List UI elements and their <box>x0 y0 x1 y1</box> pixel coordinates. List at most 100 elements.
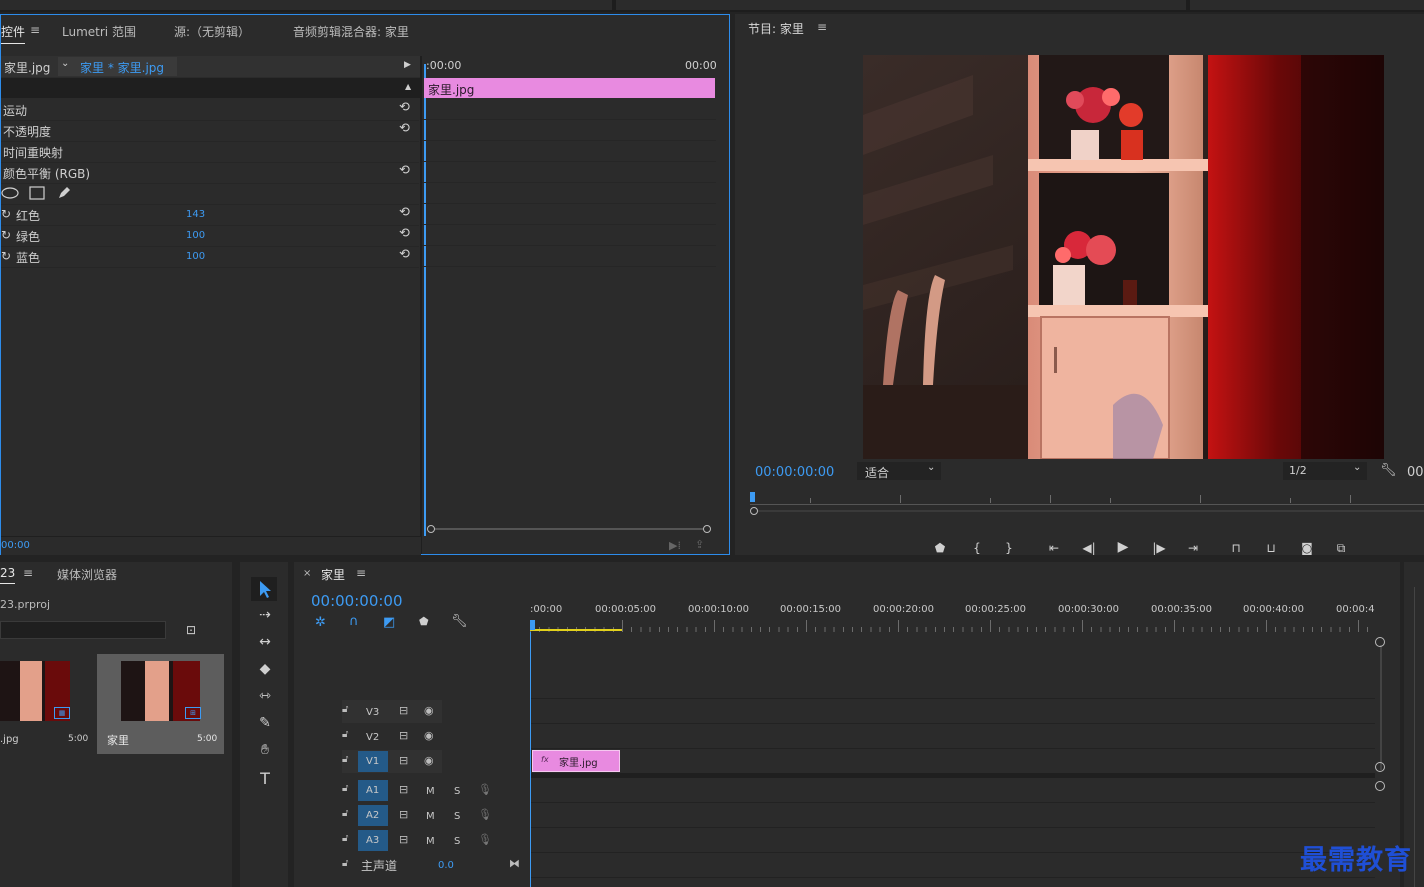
track-label[interactable]: V2 <box>366 732 379 743</box>
param-value[interactable]: 100 <box>186 230 205 241</box>
lock-icon[interactable]: 🔓︎ <box>342 729 348 740</box>
mark-out-icon[interactable]: } <box>999 541 1019 555</box>
mini-timeline-scrollbar[interactable] <box>427 525 711 533</box>
footer-timecode[interactable]: 00:00 <box>1 540 30 551</box>
play-clip-arrow-icon[interactable]: ▶ <box>404 60 411 70</box>
lock-icon[interactable]: 🔓︎ <box>342 704 348 715</box>
track-label[interactable]: V3 <box>366 707 379 718</box>
program-ruler[interactable] <box>750 492 1424 508</box>
effect-row-opacity[interactable]: 不透明度 ⟲ <box>1 120 419 142</box>
track-header-v2[interactable]: 🔓︎ V2 ⊟ ◉ <box>342 725 442 748</box>
solo-button[interactable]: S <box>454 811 460 822</box>
source-patch-a3[interactable]: A3 <box>358 830 388 851</box>
go-to-in-icon[interactable]: ⇤ <box>1044 541 1064 555</box>
mini-timeline[interactable]: :00:00 00:00 家里.jpg <box>422 56 717 536</box>
sync-lock-icon[interactable]: ⊟ <box>399 754 408 767</box>
mini-playhead[interactable] <box>424 64 426 536</box>
export-icon[interactable]: ⇪ <box>695 538 704 551</box>
source-patch-v1[interactable]: V1 <box>358 751 388 772</box>
solo-button[interactable]: S <box>454 836 460 847</box>
lock-icon[interactable]: 🔓︎ <box>342 858 348 869</box>
snap-icon[interactable]: ∩ <box>349 614 359 629</box>
tab-audio-clip-mixer[interactable]: 音频剪辑混合器: 家里 <box>293 23 409 40</box>
linked-selection-icon[interactable]: ◩ <box>383 615 395 630</box>
param-value[interactable]: 143 <box>186 209 205 220</box>
hand-tool-icon[interactable]: ✋︎ <box>255 742 275 762</box>
work-area-bar[interactable] <box>530 629 622 631</box>
eye-icon[interactable]: ◉ <box>424 754 434 767</box>
reset-icon[interactable]: ⟲ <box>399 100 410 115</box>
tab-effect-controls[interactable]: 控件 <box>1 23 26 44</box>
eye-icon[interactable]: ◉ <box>424 729 434 742</box>
track-header-a3[interactable]: 🔓︎ A3 ⊟ M S 🎙︎ <box>342 829 492 852</box>
param-row-red[interactable]: ↻ 红色 143 ⟲ <box>1 204 419 226</box>
collapse-arrow-icon[interactable]: ▲ <box>405 82 411 91</box>
project-search-input[interactable] <box>0 621 166 639</box>
sequence-tab[interactable]: 家里 <box>321 566 345 583</box>
wrench-icon[interactable]: 🔧︎ <box>1380 463 1397 478</box>
step-back-icon[interactable]: ◀| <box>1079 541 1099 555</box>
param-row-green[interactable]: ↻ 绿色 100 ⟲ <box>1 225 419 247</box>
stopwatch-icon[interactable]: ↻ <box>1 228 11 242</box>
master-clip-label[interactable]: 家里.jpg <box>4 59 50 76</box>
button-editor-icon[interactable]: ⧉ <box>1331 541 1351 556</box>
program-zoom-bar[interactable] <box>750 507 1424 515</box>
resolution-dropdown[interactable]: 1/2 ⌄ <box>1283 462 1367 480</box>
mark-in-icon[interactable]: { <box>967 541 987 555</box>
param-row-blue[interactable]: ↻ 蓝色 100 ⟲ <box>1 246 419 268</box>
tab-project[interactable]: 23 <box>0 566 16 584</box>
reset-icon[interactable]: ⟲ <box>399 163 410 178</box>
effect-row-motion[interactable]: 运动 ⟲ <box>1 99 419 121</box>
sync-lock-icon[interactable]: ⊟ <box>399 783 408 796</box>
pen-tool-icon[interactable]: ✎ <box>255 715 275 735</box>
play-icon[interactable]: ▶ <box>1113 539 1133 555</box>
microphone-icon[interactable]: 🎙︎ <box>478 833 492 846</box>
filter-icon[interactable]: ▶⁞ <box>669 539 681 552</box>
microphone-icon[interactable]: 🎙︎ <box>478 808 492 821</box>
mute-button[interactable]: M <box>426 786 435 797</box>
fit-dropdown[interactable]: 适合 ⌄ <box>857 462 941 480</box>
timeline-settings-wrench-icon[interactable]: 🔧︎ <box>451 614 468 629</box>
program-menu-icon[interactable]: ≡ <box>817 20 827 34</box>
timeline-clip[interactable]: fx 家里.jpg <box>532 750 620 772</box>
ellipse-mask-icon[interactable] <box>1 187 19 199</box>
track-header-v1[interactable]: 🔓︎ V1 ⊟ ◉ <box>342 750 442 773</box>
reset-icon[interactable]: ⟲ <box>399 121 410 136</box>
go-to-end-icon[interactable]: ⧓ <box>509 857 520 870</box>
project-menu-icon[interactable]: ≡ <box>23 566 33 580</box>
tab-menu-icon[interactable]: ≡ <box>30 23 40 37</box>
program-timecode[interactable]: 00:00:00:00 <box>755 465 834 480</box>
mini-clip-bar[interactable]: 家里.jpg <box>424 78 715 98</box>
go-to-out-icon[interactable]: ⇥ <box>1183 541 1203 555</box>
solo-button[interactable]: S <box>454 786 460 797</box>
lock-icon[interactable]: 🔓︎ <box>342 754 348 765</box>
selection-tool-icon[interactable] <box>251 577 277 601</box>
track-header-a1[interactable]: 🔓︎ A1 ⊟ M S 🎙︎ <box>342 779 492 802</box>
sync-lock-icon[interactable]: ⊟ <box>399 808 408 821</box>
track-select-tool-icon[interactable]: ⇢ <box>255 607 275 627</box>
sync-lock-icon[interactable]: ⊟ <box>399 833 408 846</box>
step-forward-icon[interactable]: |▶ <box>1149 541 1169 555</box>
project-item-selected[interactable]: ⊞ 家里 5:00 <box>97 654 224 754</box>
type-tool-icon[interactable]: T <box>255 769 275 789</box>
ripple-edit-tool-icon[interactable]: ↔ <box>255 634 275 654</box>
timeline-playhead[interactable] <box>530 620 535 630</box>
mute-button[interactable]: M <box>426 836 435 847</box>
tab-source[interactable]: 源:（无剪辑） <box>174 23 250 40</box>
camera-icon[interactable]: ◙ <box>1297 541 1317 555</box>
add-marker-icon[interactable]: ⬟ <box>419 615 429 628</box>
timeline-timecode[interactable]: 00:00:00:00 <box>311 592 403 610</box>
reset-icon[interactable]: ⟲ <box>399 205 410 220</box>
rectangle-mask-icon[interactable] <box>29 186 45 200</box>
sync-lock-icon[interactable]: ⊟ <box>399 704 408 717</box>
add-marker-icon[interactable]: ⬟ <box>930 541 950 555</box>
pen-mask-icon[interactable] <box>56 185 72 201</box>
effect-row-color-balance[interactable]: 颜色平衡 (RGB) ⟲ <box>1 162 419 184</box>
lock-icon[interactable]: 🔓︎ <box>342 808 348 819</box>
nest-toggle-icon[interactable]: ✲ <box>315 615 326 630</box>
lift-icon[interactable]: ⊓ <box>1226 541 1246 555</box>
track-header-master[interactable]: 🔓︎ 主声道 0.0 ⧓ <box>342 854 530 876</box>
microphone-icon[interactable]: 🎙︎ <box>478 783 492 796</box>
mute-button[interactable]: M <box>426 811 435 822</box>
tab-media-browser[interactable]: 媒体浏览器 <box>57 566 117 583</box>
